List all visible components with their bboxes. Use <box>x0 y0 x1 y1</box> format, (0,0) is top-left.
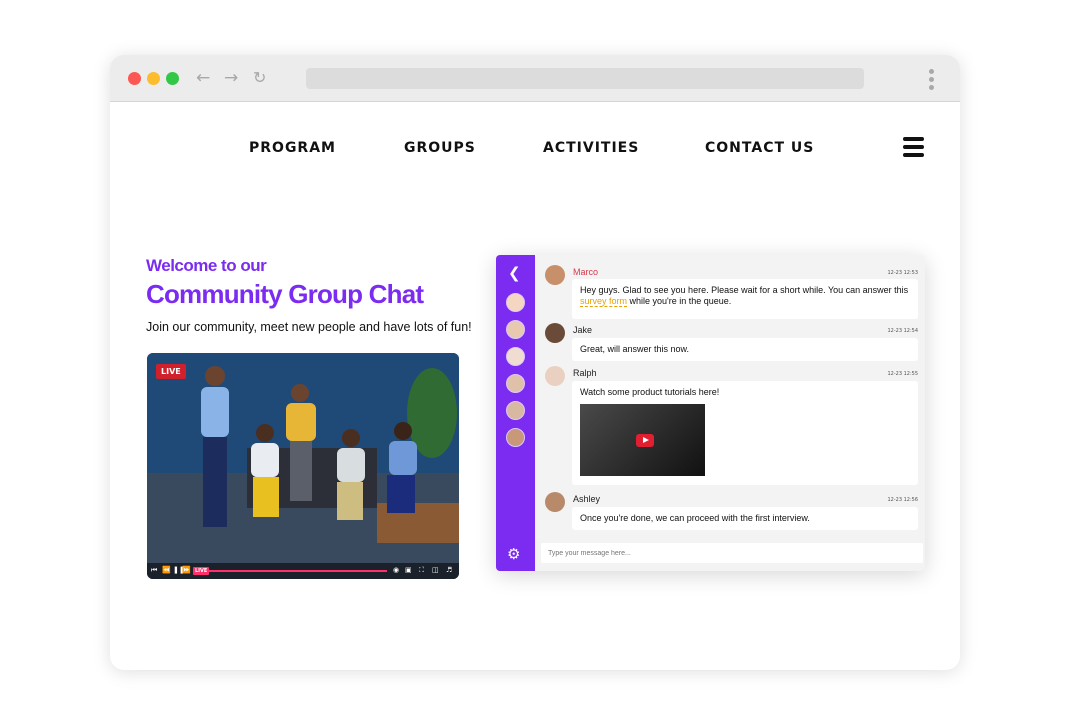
avatar[interactable] <box>506 347 525 366</box>
fast-forward-icon[interactable]: ⏩ <box>182 566 191 574</box>
message-time: 12-23 12:53 <box>887 270 918 276</box>
survey-form-link[interactable]: survey form <box>580 296 628 307</box>
picture-in-picture-icon[interactable]: ◫ <box>432 566 439 574</box>
message-text: Watch some product tutorials here! <box>580 387 720 397</box>
message-author: Marco <box>573 267 599 277</box>
tutorial-video-thumbnail[interactable] <box>580 404 705 476</box>
message-author: Ralph <box>573 368 597 378</box>
message-bubble: Once you're done, we can proceed with th… <box>572 507 918 530</box>
message-author: Jake <box>573 325 593 335</box>
avatar <box>545 492 565 512</box>
rewind-icon[interactable]: ⏪ <box>162 566 171 574</box>
message-text: Once you're done, we can proceed with th… <box>580 513 810 523</box>
message-time: 12-23 12:55 <box>887 371 918 377</box>
browser-chrome: ← → ↻ <box>110 55 960 102</box>
main-navigation: PROGRAM GROUPS ACTIVITIES CONTACT US <box>110 140 960 160</box>
message-author: Ashley <box>573 494 601 504</box>
gear-icon[interactable]: ⚙ <box>507 545 520 563</box>
video-controls-bar: ⏮ ⏪ ❚❚ ⏩ LIVE ◉ ▣ ⛶ ◫ ♬ <box>147 563 459 579</box>
hero-description: Join our community, meet new people and … <box>146 320 472 334</box>
hd-icon[interactable]: ▣ <box>405 566 412 574</box>
nav-program[interactable]: PROGRAM <box>249 140 336 156</box>
play-icon[interactable] <box>636 434 654 447</box>
nav-activities[interactable]: ACTIVITIES <box>543 140 639 156</box>
browser-window: ← → ↻ PROGRAM GROUPS ACTIVITIES CONTACT … <box>110 55 960 670</box>
message-text: Great, will answer this now. <box>580 344 690 354</box>
message-text: Hey guys. Glad to see you here. Please w… <box>580 285 909 295</box>
message-input[interactable] <box>541 543 923 563</box>
nav-contact-us[interactable]: CONTACT US <box>705 140 814 156</box>
message-bubble: Watch some product tutorials here! <box>572 381 918 485</box>
skip-back-icon[interactable]: ⏮ <box>151 566 157 575</box>
controls-live-indicator: LIVE <box>193 567 210 575</box>
chat-widget: ❮ ⚙ Marco 12-23 12:53 Hey guys. Glad to … <box>496 255 925 571</box>
video-progress-bar[interactable] <box>209 570 387 572</box>
arrow-left-icon[interactable]: ← <box>196 68 210 88</box>
avatar <box>545 366 565 386</box>
video-frame-image <box>147 353 459 579</box>
hamburger-menu-icon[interactable] <box>903 137 924 161</box>
message-bubble: Great, will answer this now. <box>572 338 918 361</box>
volume-icon[interactable]: ♬ <box>446 566 452 574</box>
avatar[interactable] <box>506 428 525 447</box>
minimize-window-button[interactable] <box>147 72 160 85</box>
message-text: while you're in the queue. <box>627 296 732 306</box>
avatar[interactable] <box>506 374 525 393</box>
live-video-player[interactable]: LIVE ⏮ ⏪ ❚❚ ⏩ LIVE ◉ ▣ ⛶ ◫ ♬ <box>147 353 459 579</box>
message-time: 12-23 12:54 <box>887 328 918 334</box>
live-badge: LIVE <box>156 364 186 379</box>
message-time: 12-23 12:56 <box>887 497 918 503</box>
maximize-window-button[interactable] <box>166 72 179 85</box>
close-window-button[interactable] <box>128 72 141 85</box>
back-chevron-icon[interactable]: ❮ <box>508 264 521 282</box>
address-bar[interactable] <box>306 68 864 89</box>
message-bubble: Hey guys. Glad to see you here. Please w… <box>572 279 918 319</box>
chat-icon[interactable]: ◉ <box>393 566 399 574</box>
kebab-menu-icon[interactable] <box>929 69 934 93</box>
arrow-right-icon[interactable]: → <box>224 68 238 88</box>
fullscreen-icon[interactable]: ⛶ <box>419 566 424 575</box>
avatar[interactable] <box>506 320 525 339</box>
avatar[interactable] <box>506 293 525 312</box>
nav-groups[interactable]: GROUPS <box>404 140 476 156</box>
avatar <box>545 265 565 285</box>
reload-icon[interactable]: ↻ <box>253 68 266 88</box>
chat-sidebar: ❮ ⚙ <box>496 255 535 571</box>
hero-title: Community Group Chat <box>146 279 424 309</box>
hero-subtitle: Welcome to our <box>146 256 267 275</box>
avatar[interactable] <box>506 401 525 420</box>
avatar <box>545 323 565 343</box>
